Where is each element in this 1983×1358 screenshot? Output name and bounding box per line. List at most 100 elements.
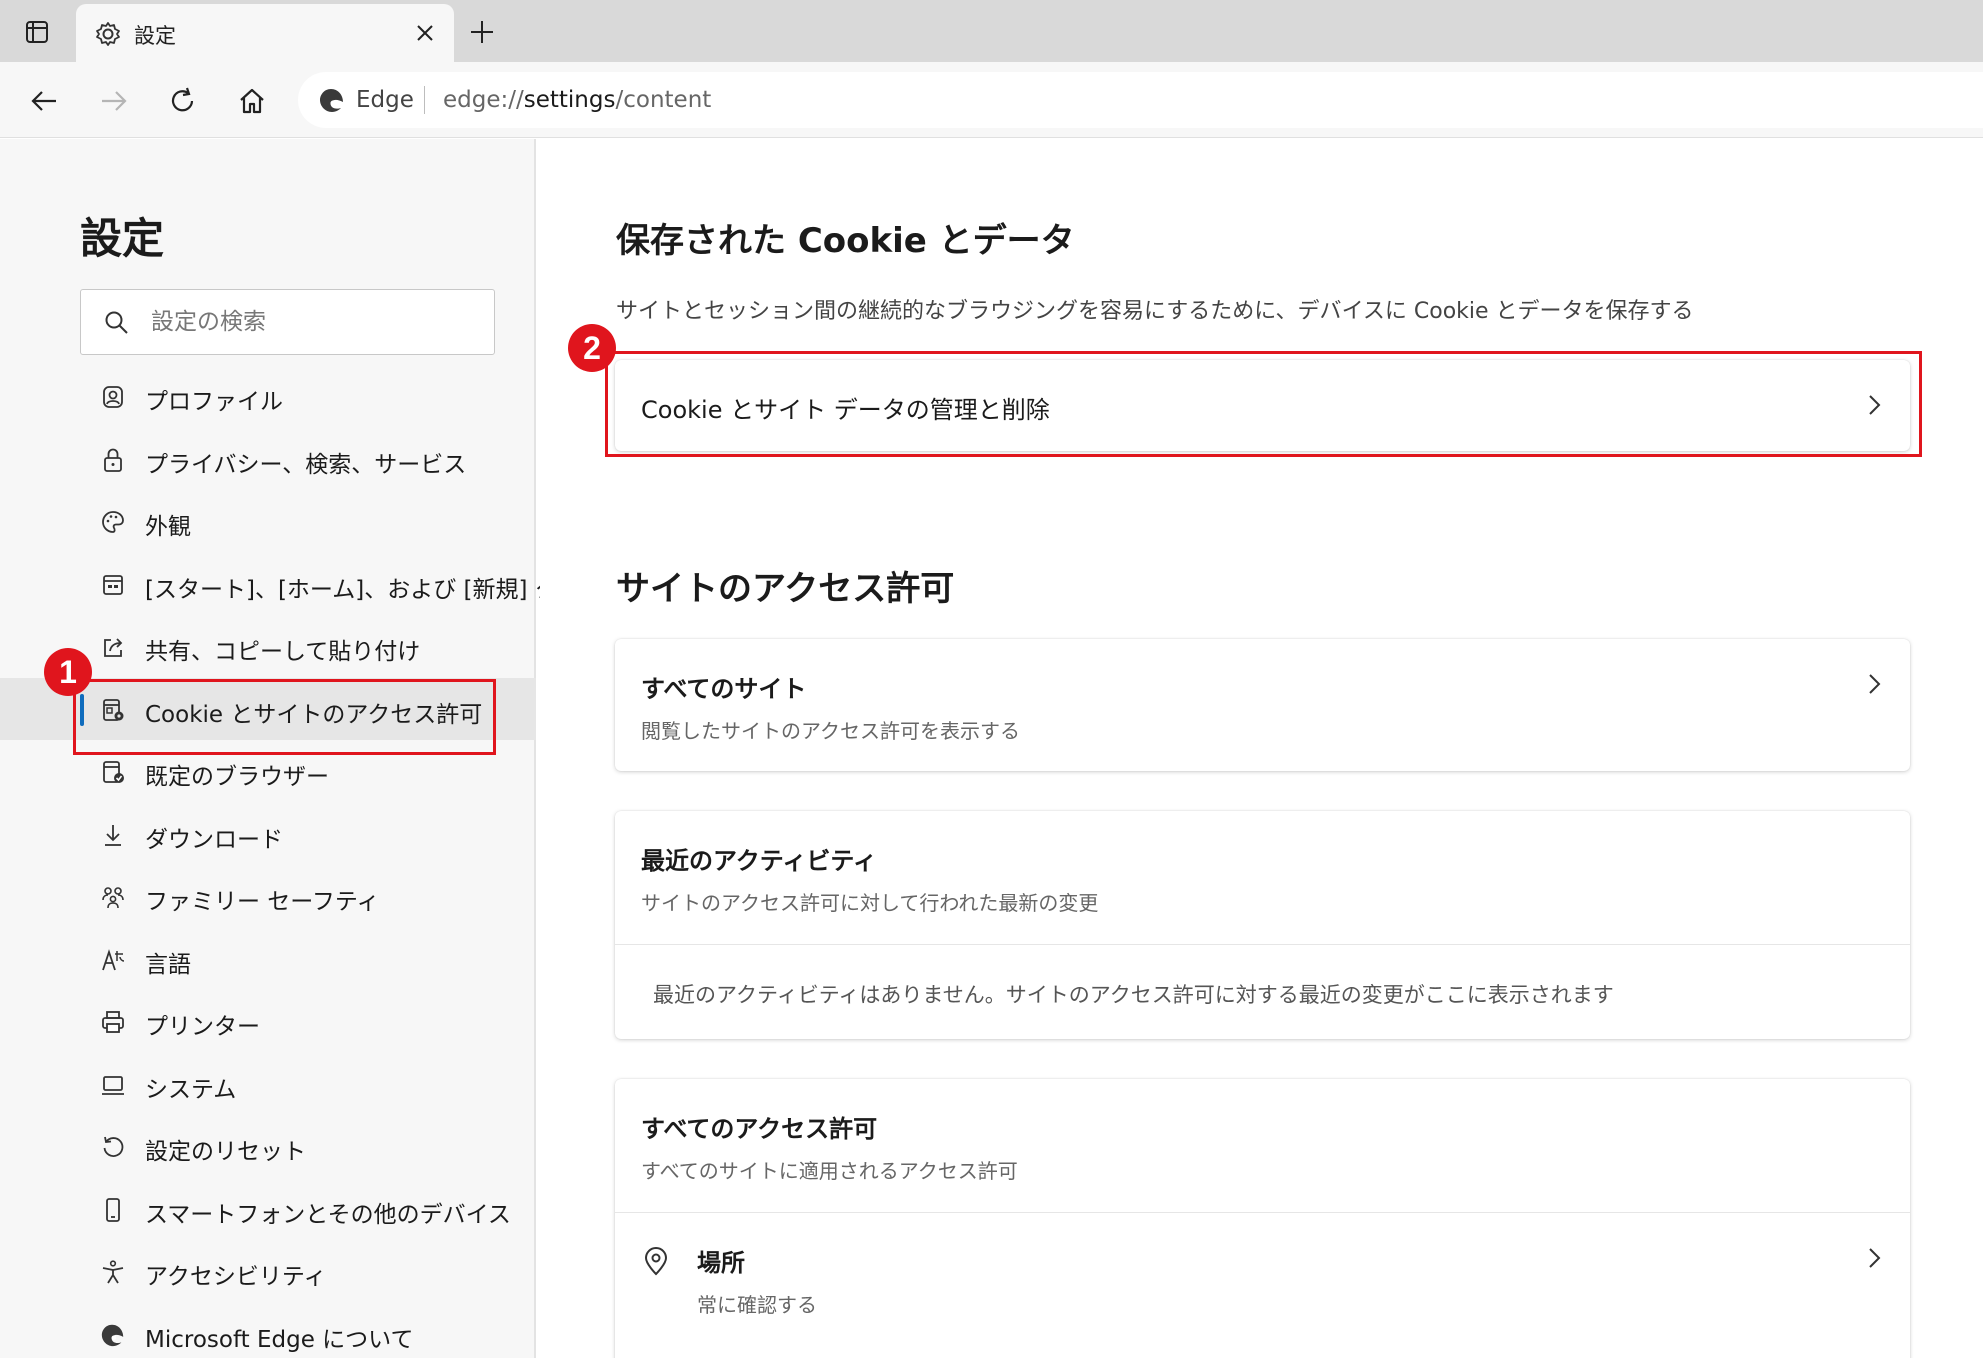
edge-logo-icon xyxy=(318,86,346,118)
manage-cookies-row[interactable]: Cookie とサイト データの管理と削除 xyxy=(615,360,1910,451)
sidebar-item-system[interactable]: システム xyxy=(0,1053,536,1116)
sidebar-item-label: 共有、コピーして貼り付け xyxy=(145,639,421,665)
back-arrow-icon xyxy=(31,91,56,111)
sidebar-item-default-browser[interactable]: 既定のブラウザー xyxy=(0,740,536,803)
sidebar-item-start-home-newtab[interactable]: [スタート]、[ホーム]、および [新規] タブ xyxy=(0,553,581,616)
sidebar-item-label: スマートフォンとその他のデバイス xyxy=(145,1201,511,1228)
settings-search-box[interactable] xyxy=(80,289,495,355)
cookies-section-title: 保存された Cookie とデータ xyxy=(616,221,1075,261)
home-icon xyxy=(240,88,264,114)
sidebar-item-label: プロファイル xyxy=(145,389,283,415)
accessibility-icon xyxy=(98,1257,128,1287)
sidebar-item-downloads[interactable]: ダウンロード xyxy=(0,803,536,866)
recent-activity-title: 最近のアクティビティ xyxy=(641,847,877,875)
system-icon xyxy=(98,1070,128,1100)
download-icon xyxy=(98,820,128,850)
url-host: settings xyxy=(523,87,616,113)
sidebar-item-printers[interactable]: プリンター xyxy=(0,990,536,1053)
location-subtitle: 常に確認する xyxy=(697,1293,817,1317)
address-divider xyxy=(424,86,425,114)
chevron-right-icon xyxy=(1869,674,1881,694)
navigation-bar: Edge edge://settings/content xyxy=(0,62,1983,138)
all-sites-title: すべてのサイト xyxy=(641,675,807,703)
phone-icon xyxy=(98,1195,128,1225)
sidebar-item-label: Cookie とサイトのアクセス許可 xyxy=(145,701,483,728)
back-button[interactable] xyxy=(22,79,66,123)
permissions-section-title: サイトのアクセス許可 xyxy=(616,569,955,609)
refresh-button[interactable] xyxy=(161,79,205,123)
all-permissions-title: すべてのアクセス許可 xyxy=(641,1115,878,1143)
location-title: 場所 xyxy=(697,1249,745,1277)
search-icon xyxy=(103,309,129,339)
url-scheme: edge:// xyxy=(443,87,524,113)
sidebar-item-reset[interactable]: 設定のリセット xyxy=(0,1115,536,1178)
plus-icon xyxy=(471,21,493,43)
sidebar-item-profile[interactable]: プロファイル xyxy=(0,365,536,428)
all-sites-subtitle: 閲覧したサイトのアクセス許可を表示する xyxy=(641,719,1020,743)
sidebar-item-label: [スタート]、[ホーム]、および [新規] タブ xyxy=(145,576,581,603)
tab-actions-button[interactable] xyxy=(12,14,62,50)
settings-sidebar: 設定 プロファイル プライバシー、検索、サービス 外観 [スタート]、[ホーム]… xyxy=(0,139,581,1358)
tab-strip: 設定 xyxy=(0,0,1983,62)
cookies-section-description: サイトとセッション間の継続的なブラウジングを容易にするために、デバイスに Coo… xyxy=(616,299,1694,324)
edge-logo-icon xyxy=(98,1320,128,1350)
sidebar-item-languages[interactable]: 言語 xyxy=(0,928,536,991)
sidebar-item-about-edge[interactable]: Microsoft Edge について xyxy=(0,1303,536,1358)
default-browser-icon xyxy=(98,757,128,787)
profile-icon xyxy=(98,382,128,412)
step-badge-1: 1 xyxy=(44,648,92,696)
close-icon xyxy=(417,25,433,41)
address-bar[interactable]: Edge edge://settings/content xyxy=(298,72,1983,128)
all-sites-card: すべてのサイト 閲覧したサイトのアクセス許可を表示する xyxy=(615,639,1910,771)
sidebar-nav-list: プロファイル プライバシー、検索、サービス 外観 [スタート]、[ホーム]、およ… xyxy=(0,365,581,1358)
settings-search-input[interactable] xyxy=(151,304,471,340)
share-icon xyxy=(98,632,128,662)
sidebar-item-label: システム xyxy=(145,1076,237,1103)
sidebar-item-label: アクセシビリティ xyxy=(145,1264,327,1290)
sidebar-item-label: Microsoft Edge について xyxy=(145,1326,414,1353)
step-badge-2: 2 xyxy=(568,324,616,372)
tab-settings[interactable]: 設定 xyxy=(76,4,454,62)
sidebar-item-label: ダウンロード xyxy=(145,826,283,853)
chevron-right-icon xyxy=(1869,1248,1881,1268)
cookie-permissions-icon xyxy=(98,695,128,725)
tab-title: 設定 xyxy=(134,24,176,48)
sidebar-item-label: 設定のリセット xyxy=(145,1139,306,1165)
sidebar-item-privacy[interactable]: プライバシー、検索、サービス xyxy=(0,428,536,491)
family-icon xyxy=(98,882,128,912)
refresh-icon xyxy=(171,87,194,112)
recent-activity-card: 最近のアクティビティ サイトのアクセス許可に対して行われた最新の変更 最近のアク… xyxy=(615,811,1910,1039)
sidebar-title: 設定 xyxy=(80,214,165,263)
printer-icon xyxy=(98,1007,128,1037)
sidebar-item-label: 外観 xyxy=(145,514,191,540)
url-text[interactable]: edge://settings/content xyxy=(443,87,711,113)
permission-row-location[interactable]: 場所 常に確認する xyxy=(615,1213,1910,1349)
manage-cookies-card: Cookie とサイト データの管理と削除 xyxy=(615,360,1910,451)
manage-cookies-label: Cookie とサイト データの管理と削除 xyxy=(641,396,1050,424)
site-identity-label: Edge xyxy=(356,87,414,113)
sidebar-item-label: 既定のブラウザー xyxy=(145,764,329,790)
sidebar-item-family-safety[interactable]: ファミリー セーフティ xyxy=(0,865,536,928)
start-home-icon xyxy=(98,570,128,600)
sidebar-item-phone-devices[interactable]: スマートフォンとその他のデバイス xyxy=(0,1178,536,1241)
location-pin-icon xyxy=(644,1247,668,1276)
sidebar-item-label: プリンター xyxy=(145,1014,260,1040)
recent-activity-empty-text: 最近のアクティビティはありません。サイトのアクセス許可に対する最近の変更がここに… xyxy=(653,983,1614,1007)
sidebar-item-appearance[interactable]: 外観 xyxy=(0,490,536,553)
close-tab-button[interactable] xyxy=(408,16,442,50)
forward-button[interactable] xyxy=(92,79,136,123)
all-permissions-subtitle: すべてのサイトに適用されるアクセス許可 xyxy=(641,1159,1018,1183)
all-sites-row[interactable]: すべてのサイト 閲覧したサイトのアクセス許可を表示する xyxy=(615,639,1910,771)
settings-main-content: 保存された Cookie とデータ サイトとセッション間の継続的なブラウジングを… xyxy=(540,139,1983,1358)
forward-arrow-icon xyxy=(102,91,127,111)
all-permissions-card: すべてのアクセス許可 すべてのサイトに適用されるアクセス許可 場所 常に確認する xyxy=(615,1079,1910,1358)
sidebar-item-label: プライバシー、検索、サービス xyxy=(145,451,467,478)
sidebar-item-label: 言語 xyxy=(145,951,191,978)
home-button[interactable] xyxy=(230,79,274,123)
sidebar-item-accessibility[interactable]: アクセシビリティ xyxy=(0,1240,536,1303)
palette-icon xyxy=(98,507,128,537)
language-icon xyxy=(98,945,128,975)
chevron-right-icon xyxy=(1869,395,1881,415)
new-tab-button[interactable] xyxy=(462,12,502,52)
lock-icon xyxy=(98,445,128,475)
